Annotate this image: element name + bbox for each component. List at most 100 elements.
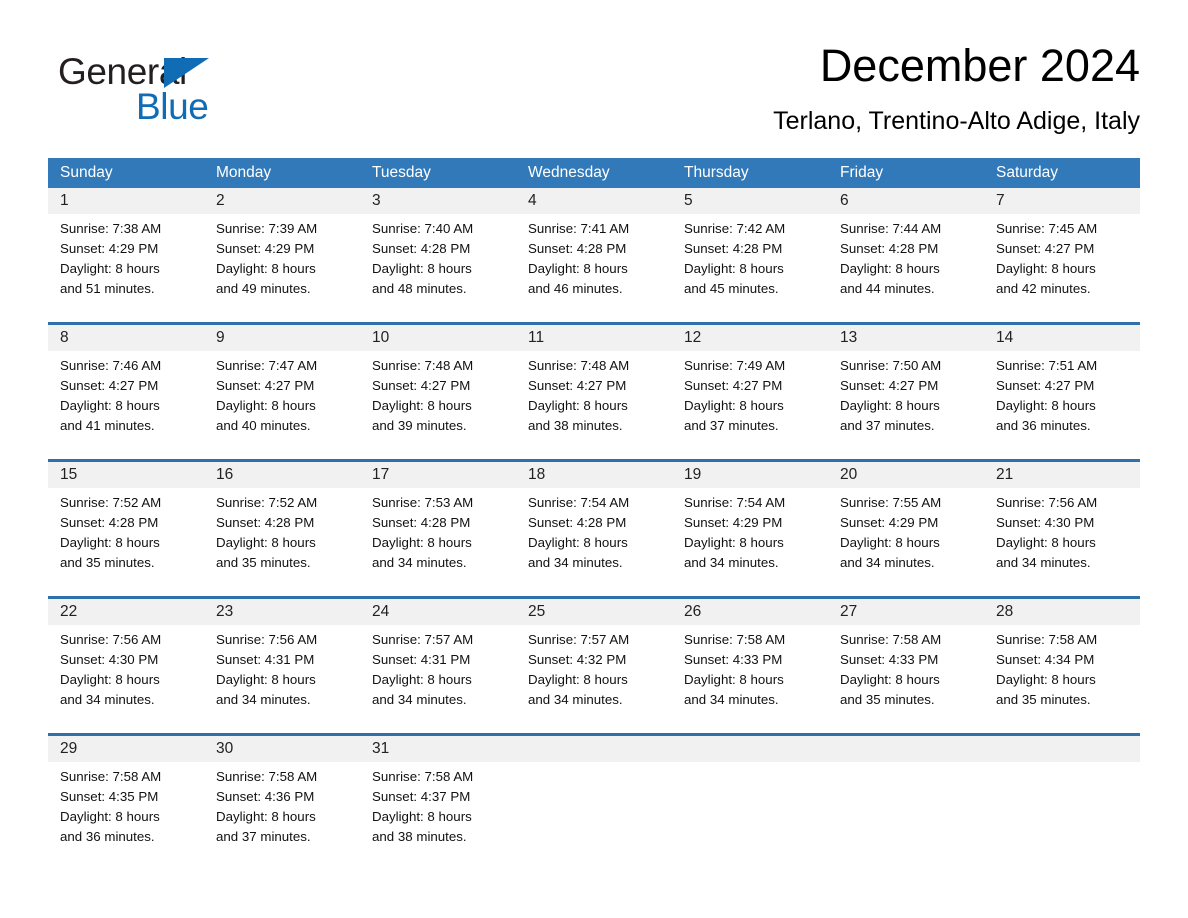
day-number: 23 [216, 603, 234, 620]
day-cell[interactable]: 9 Sunrise: 7:47 AM Sunset: 4:27 PM Daylig… [204, 325, 360, 451]
day-number: 15 [60, 466, 78, 483]
day-number: 28 [996, 603, 1014, 620]
day-sun-info: Sunrise: 7:55 AM Sunset: 4:29 PM Dayligh… [840, 495, 942, 570]
title-block: December 2024 Terlano, Trentino-Alto Adi… [773, 38, 1140, 138]
day-sun-info: Sunrise: 7:50 AM Sunset: 4:27 PM Dayligh… [840, 358, 942, 433]
week-row: 22 Sunrise: 7:56 AM Sunset: 4:30 PM Dayli… [48, 596, 1140, 725]
day-cell[interactable]: 11 Sunrise: 7:48 AM Sunset: 4:27 PM Dayli… [516, 325, 672, 451]
day-cell[interactable]: 17 Sunrise: 7:53 AM Sunset: 4:28 PM Dayli… [360, 462, 516, 588]
day-cell[interactable]: 8 Sunrise: 7:46 AM Sunset: 4:27 PM Daylig… [48, 325, 204, 451]
day-number: 16 [216, 466, 234, 483]
day-cell[interactable]: 6 Sunrise: 7:44 AM Sunset: 4:28 PM Daylig… [828, 188, 984, 314]
day-cell[interactable]: 10 Sunrise: 7:48 AM Sunset: 4:27 PM Dayli… [360, 325, 516, 451]
day-sun-info: Sunrise: 7:58 AM Sunset: 4:33 PM Dayligh… [684, 632, 786, 707]
day-sun-info: Sunrise: 7:47 AM Sunset: 4:27 PM Dayligh… [216, 358, 318, 433]
day-cell[interactable]: 14 Sunrise: 7:51 AM Sunset: 4:27 PM Dayli… [984, 325, 1140, 451]
day-number: 21 [996, 466, 1014, 483]
day-cell[interactable]: 25 Sunrise: 7:57 AM Sunset: 4:32 PM Dayli… [516, 599, 672, 725]
day-sun-info: Sunrise: 7:38 AM Sunset: 4:29 PM Dayligh… [60, 221, 162, 296]
weekday-header-thursday: Thursday [684, 164, 749, 181]
day-cell[interactable]: 2 Sunrise: 7:39 AM Sunset: 4:29 PM Daylig… [204, 188, 360, 314]
day-sun-info: Sunrise: 7:46 AM Sunset: 4:27 PM Dayligh… [60, 358, 162, 433]
day-number: 13 [840, 329, 858, 346]
weekday-header-friday: Friday [840, 164, 884, 181]
day-cell[interactable]: 22 Sunrise: 7:56 AM Sunset: 4:30 PM Dayli… [48, 599, 204, 725]
day-sun-info: Sunrise: 7:58 AM Sunset: 4:34 PM Dayligh… [996, 632, 1098, 707]
day-cell[interactable]: 4 Sunrise: 7:41 AM Sunset: 4:28 PM Daylig… [516, 188, 672, 314]
day-number: 12 [684, 329, 702, 346]
day-number: 27 [840, 603, 858, 620]
day-cell[interactable]: 21 Sunrise: 7:56 AM Sunset: 4:30 PM Dayli… [984, 462, 1140, 588]
day-cell[interactable]: 7 Sunrise: 7:45 AM Sunset: 4:27 PM Daylig… [984, 188, 1140, 314]
day-sun-info: Sunrise: 7:56 AM Sunset: 4:30 PM Dayligh… [60, 632, 162, 707]
day-sun-info: Sunrise: 7:39 AM Sunset: 4:29 PM Dayligh… [216, 221, 318, 296]
day-number: 17 [372, 466, 390, 483]
day-cell[interactable]: 5 Sunrise: 7:42 AM Sunset: 4:28 PM Daylig… [672, 188, 828, 314]
day-cell[interactable]: 15 Sunrise: 7:52 AM Sunset: 4:28 PM Dayli… [48, 462, 204, 588]
day-cell[interactable]: 23 Sunrise: 7:56 AM Sunset: 4:31 PM Dayli… [204, 599, 360, 725]
day-number: 19 [684, 466, 702, 483]
day-cell[interactable]: 12 Sunrise: 7:49 AM Sunset: 4:27 PM Dayli… [672, 325, 828, 451]
day-number: 10 [372, 329, 390, 346]
day-cell[interactable]: 20 Sunrise: 7:55 AM Sunset: 4:29 PM Dayli… [828, 462, 984, 588]
day-sun-info: Sunrise: 7:53 AM Sunset: 4:28 PM Dayligh… [372, 495, 474, 570]
day-sun-info: Sunrise: 7:57 AM Sunset: 4:32 PM Dayligh… [528, 632, 630, 707]
weekday-header-sunday: Sunday [60, 164, 113, 181]
day-sun-info: Sunrise: 7:51 AM Sunset: 4:27 PM Dayligh… [996, 358, 1098, 433]
day-cell[interactable]: 26 Sunrise: 7:58 AM Sunset: 4:33 PM Dayli… [672, 599, 828, 725]
day-sun-info: Sunrise: 7:58 AM Sunset: 4:33 PM Dayligh… [840, 632, 942, 707]
weekday-header-row: Sunday Monday Tuesday Wednesday Thursday… [48, 158, 1140, 188]
day-cell[interactable]: 30 Sunrise: 7:58 AM Sunset: 4:36 PM Dayli… [204, 736, 360, 862]
day-cell[interactable]: 24 Sunrise: 7:57 AM Sunset: 4:31 PM Dayli… [360, 599, 516, 725]
day-sun-info: Sunrise: 7:40 AM Sunset: 4:28 PM Dayligh… [372, 221, 474, 296]
day-number: 26 [684, 603, 702, 620]
day-cell[interactable]: 29 Sunrise: 7:58 AM Sunset: 4:35 PM Dayli… [48, 736, 204, 862]
weekday-header-tuesday: Tuesday [372, 164, 431, 181]
day-number: 18 [528, 466, 546, 483]
triangle-icon [164, 58, 209, 88]
day-cell-empty [516, 736, 672, 862]
day-number: 4 [528, 192, 537, 209]
day-cell[interactable]: 13 Sunrise: 7:50 AM Sunset: 4:27 PM Dayli… [828, 325, 984, 451]
day-cell[interactable]: 31 Sunrise: 7:58 AM Sunset: 4:37 PM Dayli… [360, 736, 516, 862]
day-sun-info: Sunrise: 7:42 AM Sunset: 4:28 PM Dayligh… [684, 221, 786, 296]
week-row: 1 Sunrise: 7:38 AM Sunset: 4:29 PM Daylig… [48, 188, 1140, 314]
day-sun-info: Sunrise: 7:48 AM Sunset: 4:27 PM Dayligh… [372, 358, 474, 433]
page-subtitle: Terlano, Trentino-Alto Adige, Italy [773, 107, 1140, 135]
day-cell[interactable]: 19 Sunrise: 7:54 AM Sunset: 4:29 PM Dayli… [672, 462, 828, 588]
day-cell-empty [672, 736, 828, 862]
day-cell[interactable]: 3 Sunrise: 7:40 AM Sunset: 4:28 PM Daylig… [360, 188, 516, 314]
page-header: General Blue December 2024 Terlano, Tren… [48, 38, 1140, 148]
week-row: 15 Sunrise: 7:52 AM Sunset: 4:28 PM Dayli… [48, 459, 1140, 588]
weekday-header-wednesday: Wednesday [528, 164, 610, 181]
day-number: 1 [60, 192, 69, 209]
day-sun-info: Sunrise: 7:54 AM Sunset: 4:28 PM Dayligh… [528, 495, 630, 570]
day-cell[interactable]: 28 Sunrise: 7:58 AM Sunset: 4:34 PM Dayli… [984, 599, 1140, 725]
day-number: 3 [372, 192, 381, 209]
day-number: 8 [60, 329, 69, 346]
day-number: 11 [528, 329, 545, 346]
day-number: 30 [216, 740, 234, 757]
day-cell[interactable]: 16 Sunrise: 7:52 AM Sunset: 4:28 PM Dayli… [204, 462, 360, 588]
day-cell[interactable]: 27 Sunrise: 7:58 AM Sunset: 4:33 PM Dayli… [828, 599, 984, 725]
day-sun-info: Sunrise: 7:56 AM Sunset: 4:31 PM Dayligh… [216, 632, 318, 707]
day-sun-info: Sunrise: 7:45 AM Sunset: 4:27 PM Dayligh… [996, 221, 1098, 296]
week-row: 8 Sunrise: 7:46 AM Sunset: 4:27 PM Daylig… [48, 322, 1140, 451]
day-number: 22 [60, 603, 78, 620]
day-number: 25 [528, 603, 546, 620]
day-sun-info: Sunrise: 7:48 AM Sunset: 4:27 PM Dayligh… [528, 358, 630, 433]
calendar-page: General Blue December 2024 Terlano, Tren… [0, 0, 1188, 918]
day-sun-info: Sunrise: 7:52 AM Sunset: 4:28 PM Dayligh… [216, 495, 318, 570]
day-cell[interactable]: 1 Sunrise: 7:38 AM Sunset: 4:29 PM Daylig… [48, 188, 204, 314]
weekday-header-monday: Monday [216, 164, 272, 181]
day-sun-info: Sunrise: 7:44 AM Sunset: 4:28 PM Dayligh… [840, 221, 942, 296]
day-cell-empty [984, 736, 1140, 862]
day-sun-info: Sunrise: 7:54 AM Sunset: 4:29 PM Dayligh… [684, 495, 786, 570]
day-number: 24 [372, 603, 390, 620]
day-number: 20 [840, 466, 858, 483]
day-number: 29 [60, 740, 78, 757]
day-cell[interactable]: 18 Sunrise: 7:54 AM Sunset: 4:28 PM Dayli… [516, 462, 672, 588]
day-sun-info: Sunrise: 7:58 AM Sunset: 4:35 PM Dayligh… [60, 769, 162, 844]
page-title: December 2024 [819, 40, 1140, 91]
general-blue-logo[interactable]: General Blue [58, 52, 318, 132]
